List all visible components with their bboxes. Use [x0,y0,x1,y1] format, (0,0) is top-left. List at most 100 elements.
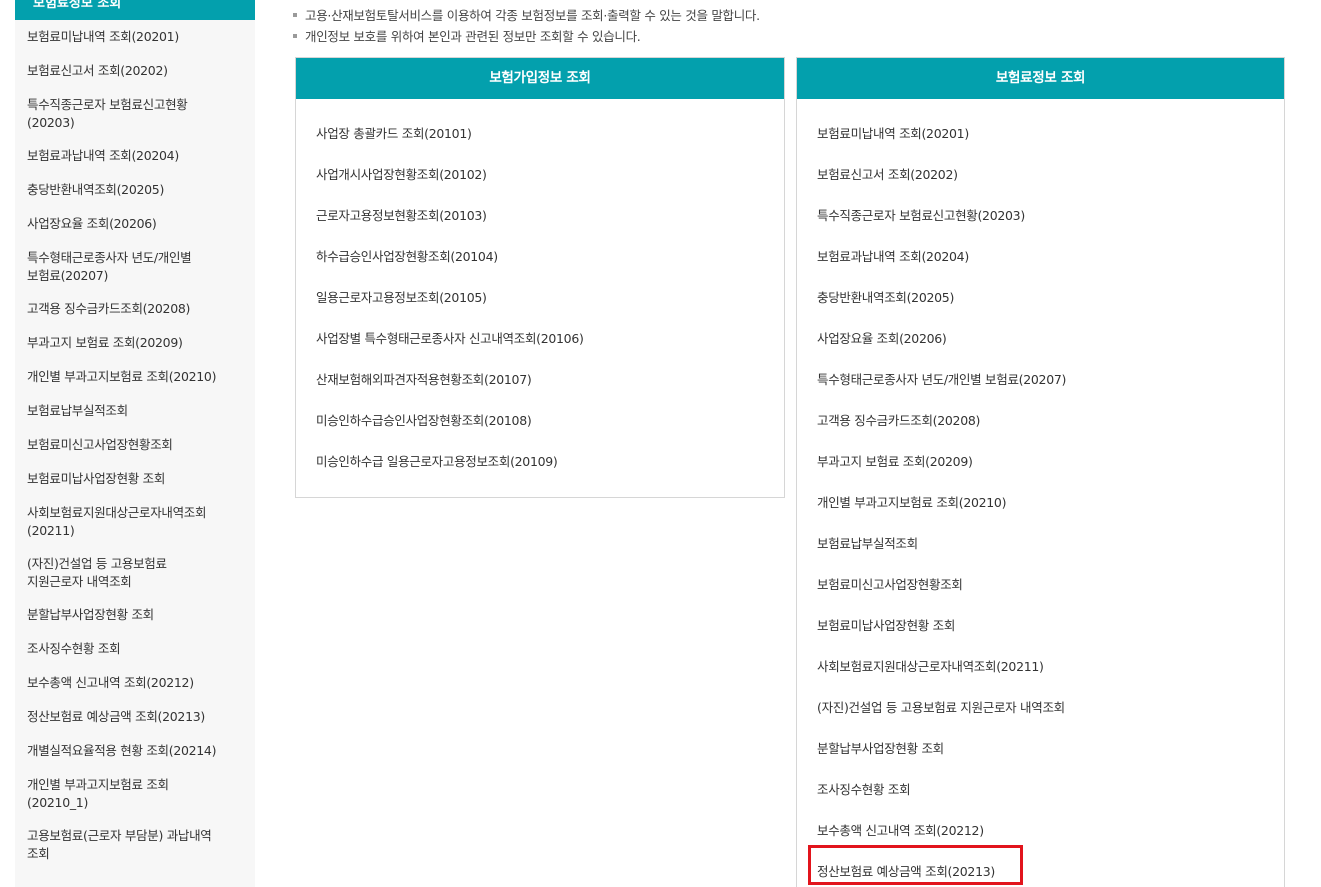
panel-link-item[interactable]: 사업장요율 조회(20206) [817,328,1284,369]
sidebar-item-label: 특수직종근로자 보험료신고현황 [27,97,188,112]
panel-link-item[interactable]: 사업장 총괄카드 조회(20101) [316,123,784,164]
note-text: 개인정보 보호를 위하여 본인과 관련된 정보만 조회할 수 있습니다. [305,29,641,44]
sidebar-item-label: 충당반환내역조회(20205) [27,182,165,197]
sidebar-list: 보험료미납내역 조회(20201) 보험료신고서 조회(20202) 특수직종근로자… [15,24,255,874]
sidebar-item[interactable]: 보수총액 신고내역 조회(20212) [15,670,255,704]
panel-link-label: 사업장요율 조회(20206) [817,331,947,346]
sidebar-item[interactable]: 특수형태근로종사자 년도/개인별 보험료(20207) [15,245,255,296]
sidebar-item[interactable]: 보험료미납사업장현황 조회 [15,466,255,500]
panel-link-label: 개인별 부과고지보험료 조회(20210) [817,495,1007,510]
sidebar-item-label: 조사징수현황 조회 [27,641,121,656]
sidebar-item-label: 보험료과납내역 조회(20204) [27,148,179,163]
panel-link-label: 보험료과납내역 조회(20204) [817,249,969,264]
panel-link-item[interactable]: 고객용 징수금카드조회(20208) [817,410,1284,451]
sidebar-item-label: (20203) [27,115,75,130]
panel-title: 보험료정보 조회 [797,58,1284,99]
panel-link-item[interactable]: 보험료미신고사업장현황조회 [817,574,1284,615]
panel-link-item[interactable]: 보수총액 신고내역 조회(20212) [817,820,1284,861]
panel-link-item[interactable]: 미승인하수급승인사업장현황조회(20108) [316,410,784,451]
panel-link-label: 보험료미납사업장현황 조회 [817,618,956,633]
panel-link-item[interactable]: 개인별 부과고지보험료 조회(20210) [817,492,1284,533]
sidebar-item[interactable]: 정산보험료 예상금액 조회(20213) [15,704,255,738]
sidebar-item[interactable]: 개별실적요율적용 현황 조회(20214) [15,738,255,772]
panel-link-label: 충당반환내역조회(20205) [817,290,955,305]
panel-link-label: 보험료미납내역 조회(20201) [817,126,969,141]
panel-link-label: 특수직종근로자 보험료신고현황(20203) [817,208,1025,223]
sidebar-item-label: 부과고지 보험료 조회(20209) [27,335,183,350]
panel-link-item[interactable]: 보험료미납사업장현황 조회 [817,615,1284,656]
sidebar-item[interactable]: 보험료신고서 조회(20202) [15,58,255,92]
panel-link-label: 보험료납부실적조회 [817,536,918,551]
panel-link-label: 특수형태근로종사자 년도/개인별 보험료(20207) [817,372,1067,387]
sidebar-item[interactable]: (자진)건설업 등 고용보험료 지원근로자 내역조회 [15,551,255,602]
sidebar-item-label: 분할납부사업장현황 조회 [27,607,154,622]
panel-link-item[interactable]: 특수직종근로자 보험료신고현황(20203) [817,205,1284,246]
panel-link-label: (자진)건설업 등 고용보험료 지원근로자 내역조회 [817,700,1065,715]
sidebar-item-label: 사업장요율 조회(20206) [27,216,157,231]
panel-link-item[interactable]: 하수급승인사업장현황조회(20104) [316,246,784,287]
panel-link-item[interactable]: 일용근로자고용정보조회(20105) [316,287,784,328]
sidebar-item-label: 보험료미납사업장현황 조회 [27,471,166,486]
sidebar-item-label: 지원근로자 내역조회 [27,574,132,589]
note-item: 고용·산재보험토탈서비스를 이용하여 각종 보험정보를 조회·출력할 수 있는 … [293,5,760,26]
insurance-join-panel: 보험가입정보 조회 사업장 총괄카드 조회(20101) 사업개시사업장현황조회(… [295,57,785,498]
note-item: 개인정보 보호를 위하여 본인과 관련된 정보만 조회할 수 있습니다. [293,26,760,47]
panel-link-label: 사업개시사업장현황조회(20102) [316,167,487,182]
panel-link-item[interactable]: 보험료미납내역 조회(20201) [817,123,1284,164]
sidebar-item-label: 조회 [27,846,50,861]
panel-link-label: 정산보험료 예상금액 조회(20213) [817,864,995,879]
panel-link-item[interactable]: 사업장별 특수형태근로종사자 신고내역조회(20106) [316,328,784,369]
panel-link-label: 보수총액 신고내역 조회(20212) [817,823,984,838]
panel-link-item[interactable]: 정산보험료 예상금액 조회(20213) [817,861,1284,887]
panel-link-label: 하수급승인사업장현황조회(20104) [316,249,498,264]
sidebar-item[interactable]: 보험료미납내역 조회(20201) [15,24,255,58]
sidebar-item[interactable]: 보험료납부실적조회 [15,398,255,432]
panel-link-item[interactable]: 보험료납부실적조회 [817,533,1284,574]
sidebar-item[interactable]: 조사징수현황 조회 [15,636,255,670]
sidebar-item[interactable]: 분할납부사업장현황 조회 [15,602,255,636]
premium-info-panel: 보험료정보 조회 보험료미납내역 조회(20201) 보험료신고서 조회(2020… [796,57,1285,887]
sidebar-item-label: 보험료미신고사업장현황조회 [27,437,173,452]
sidebar-item-label: 정산보험료 예상금액 조회(20213) [27,709,205,724]
panel-link-item[interactable]: 보험료과납내역 조회(20204) [817,246,1284,287]
panel-link-item[interactable]: 산재보험해외파견자적용현황조회(20107) [316,369,784,410]
sidebar-item-label: 보험료(20207) [27,268,109,283]
sidebar-item[interactable]: 고용보험료(근로자 부담분) 과납내역 조회 [15,823,255,874]
sidebar-item[interactable]: 고객용 징수금카드조회(20208) [15,296,255,330]
sidebar-item[interactable]: 사업장요율 조회(20206) [15,211,255,245]
sidebar-item-label: 고객용 징수금카드조회(20208) [27,301,191,316]
sidebar-item[interactable]: 보험료과납내역 조회(20204) [15,143,255,177]
sidebar-item-label: 사회보험료지원대상근로자내역조회 [27,505,207,520]
panel-link-item[interactable]: 충당반환내역조회(20205) [817,287,1284,328]
sidebar-item-label: 개별실적요율적용 현황 조회(20214) [27,743,217,758]
panel-link-item[interactable]: 미승인하수급 일용근로자고용정보조회(20109) [316,451,784,492]
sidebar-item[interactable]: 개인별 부과고지보험료 조회 (20210_1) [15,772,255,823]
panel-link-label: 조사징수현황 조회 [817,782,911,797]
panel-link-item[interactable]: (자진)건설업 등 고용보험료 지원근로자 내역조회 [817,697,1284,738]
sidebar-item[interactable]: 부과고지 보험료 조회(20209) [15,330,255,364]
panel-link-item[interactable]: 사회보험료지원대상근로자내역조회(20211) [817,656,1284,697]
sidebar-item[interactable]: 충당반환내역조회(20205) [15,177,255,211]
panel-link-item[interactable]: 조사징수현황 조회 [817,779,1284,820]
panel-link-item[interactable]: 사업개시사업장현황조회(20102) [316,164,784,205]
sidebar-item[interactable]: 보험료미신고사업장현황조회 [15,432,255,466]
sidebar-item-label: (20210_1) [27,795,89,810]
sidebar-item-label: 보험료미납내역 조회(20201) [27,29,179,44]
sidebar-item-label: 개인별 부과고지보험료 조회(20210) [27,369,217,384]
sidebar-header[interactable]: 보험료정보 조회 [15,0,255,20]
panel-link-label: 사업장 총괄카드 조회(20101) [316,126,472,141]
panel-link-label: 사업장별 특수형태근로종사자 신고내역조회(20106) [316,331,584,346]
panel-link-label: 보험료신고서 조회(20202) [817,167,958,182]
panel-link-item[interactable]: 보험료신고서 조회(20202) [817,164,1284,205]
panel-link-item[interactable]: 부과고지 보험료 조회(20209) [817,451,1284,492]
sidebar-item[interactable]: 특수직종근로자 보험료신고현황 (20203) [15,92,255,143]
panel-link-label: 근로자고용정보현황조회(20103) [316,208,487,223]
sidebar-item-label: 보수총액 신고내역 조회(20212) [27,675,194,690]
panel-link-item[interactable]: 특수형태근로종사자 년도/개인별 보험료(20207) [817,369,1284,410]
sidebar-item-label: 개인별 부과고지보험료 조회 [27,777,169,792]
panel-link-item[interactable]: 분할납부사업장현황 조회 [817,738,1284,779]
panel-link-item[interactable]: 근로자고용정보현황조회(20103) [316,205,784,246]
page: 보험료정보 조회 보험료미납내역 조회(20201) 보험료신고서 조회(2020… [0,0,1321,887]
sidebar-item[interactable]: 개인별 부과고지보험료 조회(20210) [15,364,255,398]
sidebar-item[interactable]: 사회보험료지원대상근로자내역조회 (20211) [15,500,255,551]
